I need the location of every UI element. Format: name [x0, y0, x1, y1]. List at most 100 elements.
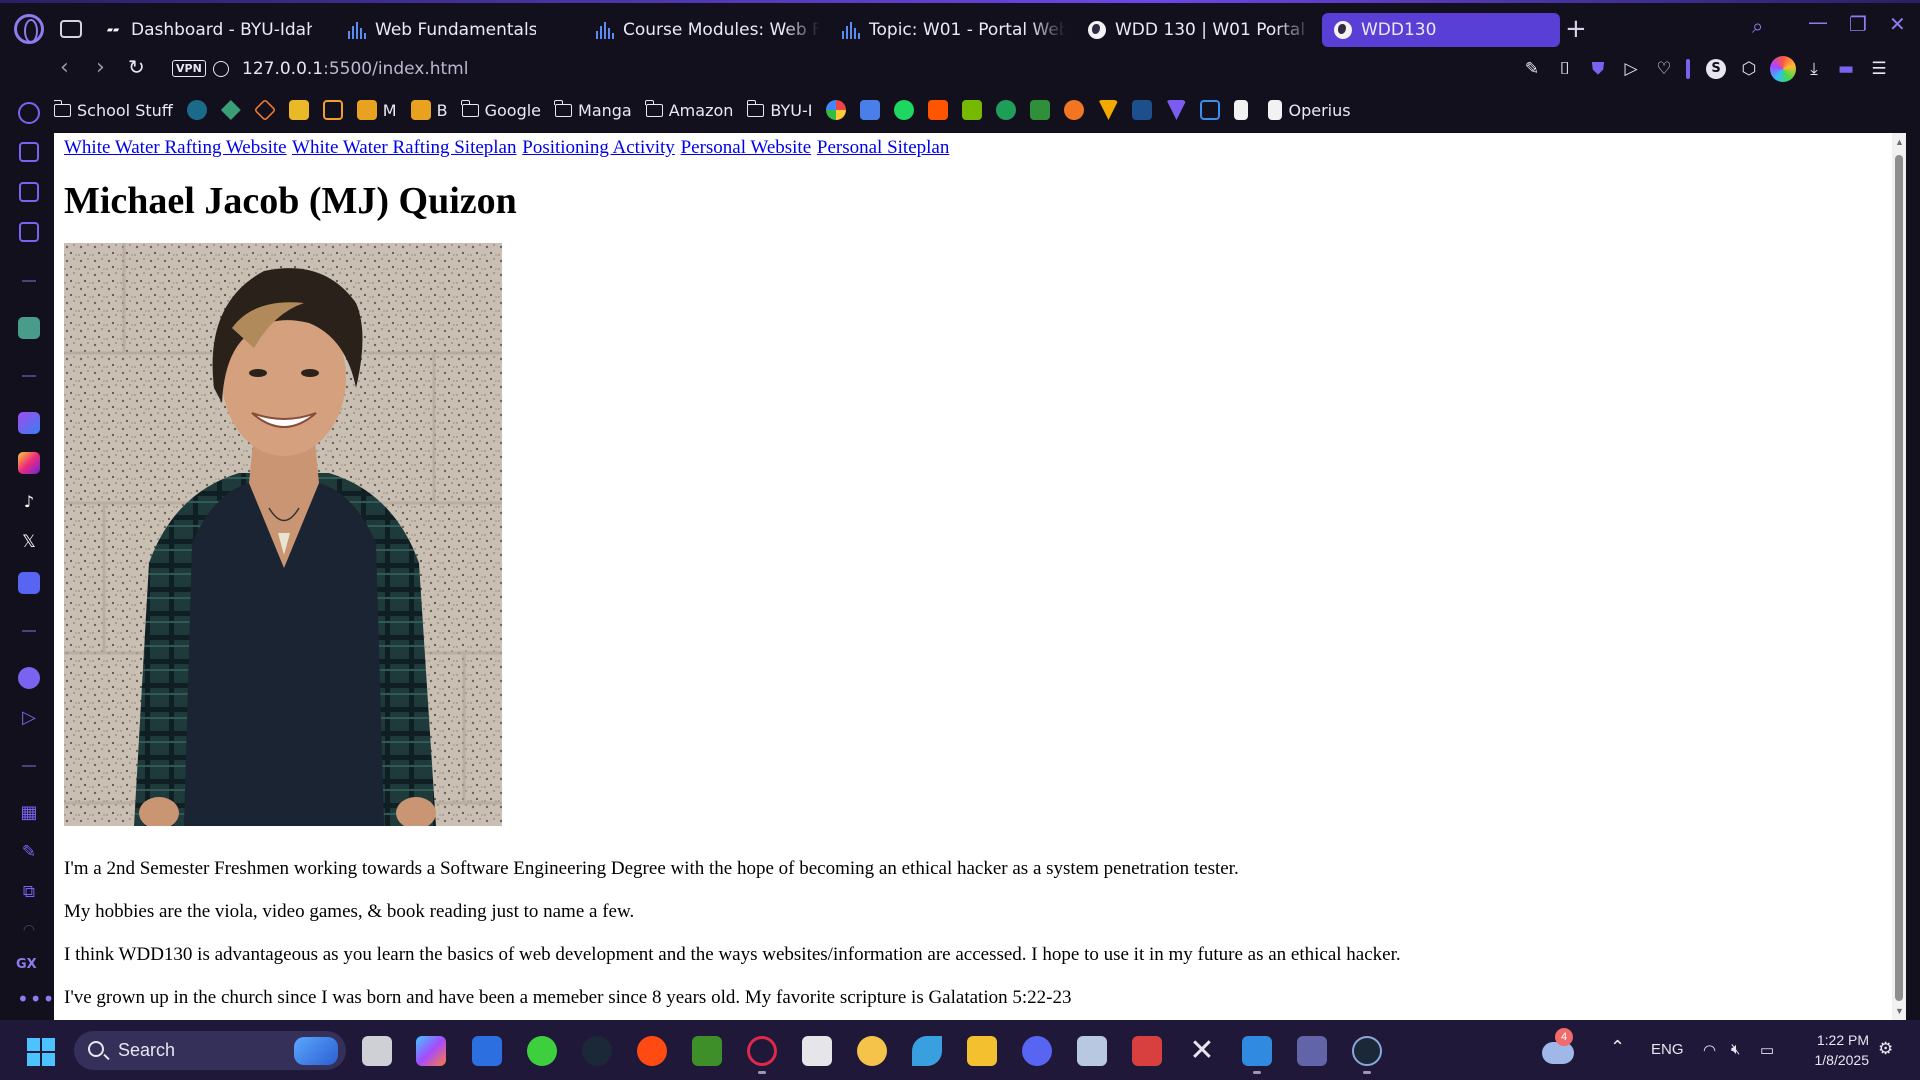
minecraft-icon[interactable] [692, 1036, 722, 1066]
task-view-icon[interactable] [362, 1036, 392, 1066]
app-icon[interactable] [802, 1036, 832, 1066]
workspaces-icon[interactable] [60, 20, 82, 38]
shield-icon[interactable]: ⛊ [1588, 59, 1608, 79]
chatgpt-icon[interactable] [18, 317, 40, 339]
bookmark-b[interactable]: B [410, 100, 448, 120]
reload-icon[interactable]: ↻ [128, 55, 145, 79]
profile-avatar[interactable] [1770, 56, 1796, 82]
easy-setup-icon[interactable]: ✎ [1522, 59, 1542, 79]
nav-link-personal-website[interactable]: Personal Website [681, 137, 812, 158]
tab-dashboard[interactable]: ▰▰ Dashboard - BYU-Idaho [92, 13, 312, 47]
more-icon[interactable]: ••• [17, 987, 55, 1011]
downloads-icon[interactable]: ⤓ [1804, 59, 1824, 79]
bookmark-monitor-icon[interactable] [322, 100, 343, 120]
nav-link-positioning-activity[interactable]: Positioning Activity [522, 137, 675, 158]
bookmark-site-icon[interactable] [220, 100, 241, 120]
forward-icon[interactable]: › [96, 55, 105, 80]
bookmark-byu-i[interactable]: BYU-I [746, 99, 812, 120]
new-tab-button[interactable]: + [1565, 16, 1587, 42]
site-info-icon[interactable] [213, 61, 229, 77]
close-icon[interactable]: ✕ [1889, 12, 1906, 36]
taskbar-clock[interactable]: 1:22 PM 1/8/2025 [1797, 1030, 1870, 1070]
twitch-icon[interactable] [19, 182, 39, 202]
extensions-icon[interactable]: ⧉ [18, 882, 40, 904]
tab-wdd130-active[interactable]: WDD130 [1322, 13, 1560, 47]
gx-label[interactable]: GX [16, 957, 37, 972]
nav-link-rafting-siteplan[interactable]: White Water Rafting Siteplan [292, 137, 516, 158]
heart-icon[interactable]: ♡ [1654, 59, 1674, 79]
steam-icon[interactable] [1352, 1036, 1382, 1066]
messenger-icon[interactable] [18, 412, 40, 434]
bookmark-soundcloud-icon[interactable] [928, 100, 949, 120]
bookmark-amazon[interactable]: Amazon [645, 99, 733, 120]
send-icon[interactable]: ▷ [18, 707, 40, 729]
tiktok-icon[interactable]: ♪ [18, 492, 40, 514]
bookmark-school-stuff[interactable]: School Stuff [53, 99, 173, 120]
edit-icon[interactable]: ✎ [18, 842, 40, 864]
bookmark-site-icon[interactable] [1132, 100, 1153, 120]
scroll-up-icon[interactable]: ▲ [1895, 137, 1904, 147]
easy-files-icon[interactable]: ☰ [1869, 59, 1889, 79]
bookmark-translate-icon[interactable] [860, 100, 881, 120]
tray-chevron-icon[interactable]: ⌃ [1610, 1037, 1625, 1058]
video-icon[interactable]: ▬ [1836, 59, 1856, 79]
start-windows-icon[interactable] [27, 1038, 55, 1066]
bookmark-site-icon[interactable] [253, 98, 277, 122]
tab-course-modules[interactable]: Course Modules: Web Fun [584, 13, 820, 47]
wifi-icon[interactable]: ◠ [1703, 1041, 1716, 1059]
opera-menu-icon[interactable] [14, 14, 44, 44]
ea-icon[interactable] [637, 1036, 667, 1066]
app-icon[interactable] [912, 1036, 942, 1066]
bookmark-site-icon[interactable] [186, 100, 207, 120]
nav-link-rafting-website[interactable]: White Water Rafting Website [64, 137, 287, 158]
weather-icon[interactable] [1542, 1042, 1574, 1064]
file-explorer-icon[interactable] [967, 1036, 997, 1066]
bookmark-operius[interactable]: Operius [1268, 100, 1351, 120]
bookmark-spotify-icon[interactable] [894, 100, 915, 120]
vpn-badge[interactable]: VPN [172, 60, 206, 77]
discord-icon[interactable] [18, 572, 40, 594]
minimize-icon[interactable]: — [1808, 10, 1828, 34]
app-x-icon[interactable]: ✕ [1187, 1036, 1217, 1066]
app-icon[interactable] [1132, 1036, 1162, 1066]
x-icon[interactable]: 𝕏 [18, 532, 40, 554]
bookmark-site-icon[interactable] [1098, 100, 1119, 120]
bookmark-site-icon[interactable] [996, 100, 1017, 120]
steam-icon[interactable] [582, 1036, 612, 1066]
bookmark-page-icon[interactable] [1234, 100, 1249, 120]
tab-web-fundamentals[interactable]: Web Fundamentals [336, 13, 536, 47]
apps-grid-icon[interactable]: ▦ [18, 802, 40, 824]
history-icon[interactable]: ◠ [18, 922, 40, 944]
teams-icon[interactable] [1297, 1036, 1327, 1066]
cube-icon[interactable]: ⬡ [1739, 59, 1759, 79]
url-field[interactable]: 127.0.0.1:5500/index.html [242, 59, 468, 79]
bookmark-site-icon[interactable] [1166, 100, 1187, 120]
notifications-icon[interactable]: ⚙ [1878, 1039, 1893, 1059]
snapshot-icon[interactable]: ⌷ [1555, 59, 1575, 79]
discord-icon[interactable] [1022, 1036, 1052, 1066]
extension-s-icon[interactable]: S [1706, 59, 1726, 79]
vscode-icon[interactable] [1242, 1036, 1272, 1066]
language-indicator[interactable]: ENG [1651, 1041, 1684, 1058]
bookmark-nvidia-icon[interactable] [962, 100, 983, 120]
bookmark-m[interactable]: M [356, 100, 397, 120]
bookmark-manga[interactable]: Manga [554, 99, 632, 120]
bookmark-site-icon[interactable] [826, 100, 847, 120]
nav-link-personal-siteplan[interactable]: Personal Siteplan [817, 137, 949, 158]
speed-dial-icon[interactable] [18, 102, 40, 124]
app-icon[interactable] [527, 1036, 557, 1066]
back-icon[interactable]: ‹ [60, 55, 69, 80]
bookmark-google[interactable]: Google [460, 99, 541, 120]
bookmark-crunchyroll-icon[interactable] [1064, 100, 1085, 120]
spotify-icon[interactable] [18, 667, 40, 689]
tab-search-icon[interactable]: ⌕ [1752, 14, 1763, 38]
restore-icon[interactable]: ❐ [1849, 12, 1867, 36]
scroll-down-icon[interactable]: ▼ [1895, 1006, 1904, 1016]
scrollbar-thumb[interactable] [1895, 155, 1903, 1001]
app-icon[interactable] [1077, 1036, 1107, 1066]
battery-icon[interactable]: ▭ [1760, 1041, 1774, 1059]
send-icon[interactable]: ▷ [1621, 59, 1641, 79]
tab-topic-w01[interactable]: Topic: W01 - Portal Web P [830, 13, 1066, 47]
tab-wdd130-portal[interactable]: WDD 130 | W01 Portal Pag [1076, 13, 1312, 47]
volume-muted-icon[interactable]: 🔇︎ [1731, 1041, 1740, 1058]
